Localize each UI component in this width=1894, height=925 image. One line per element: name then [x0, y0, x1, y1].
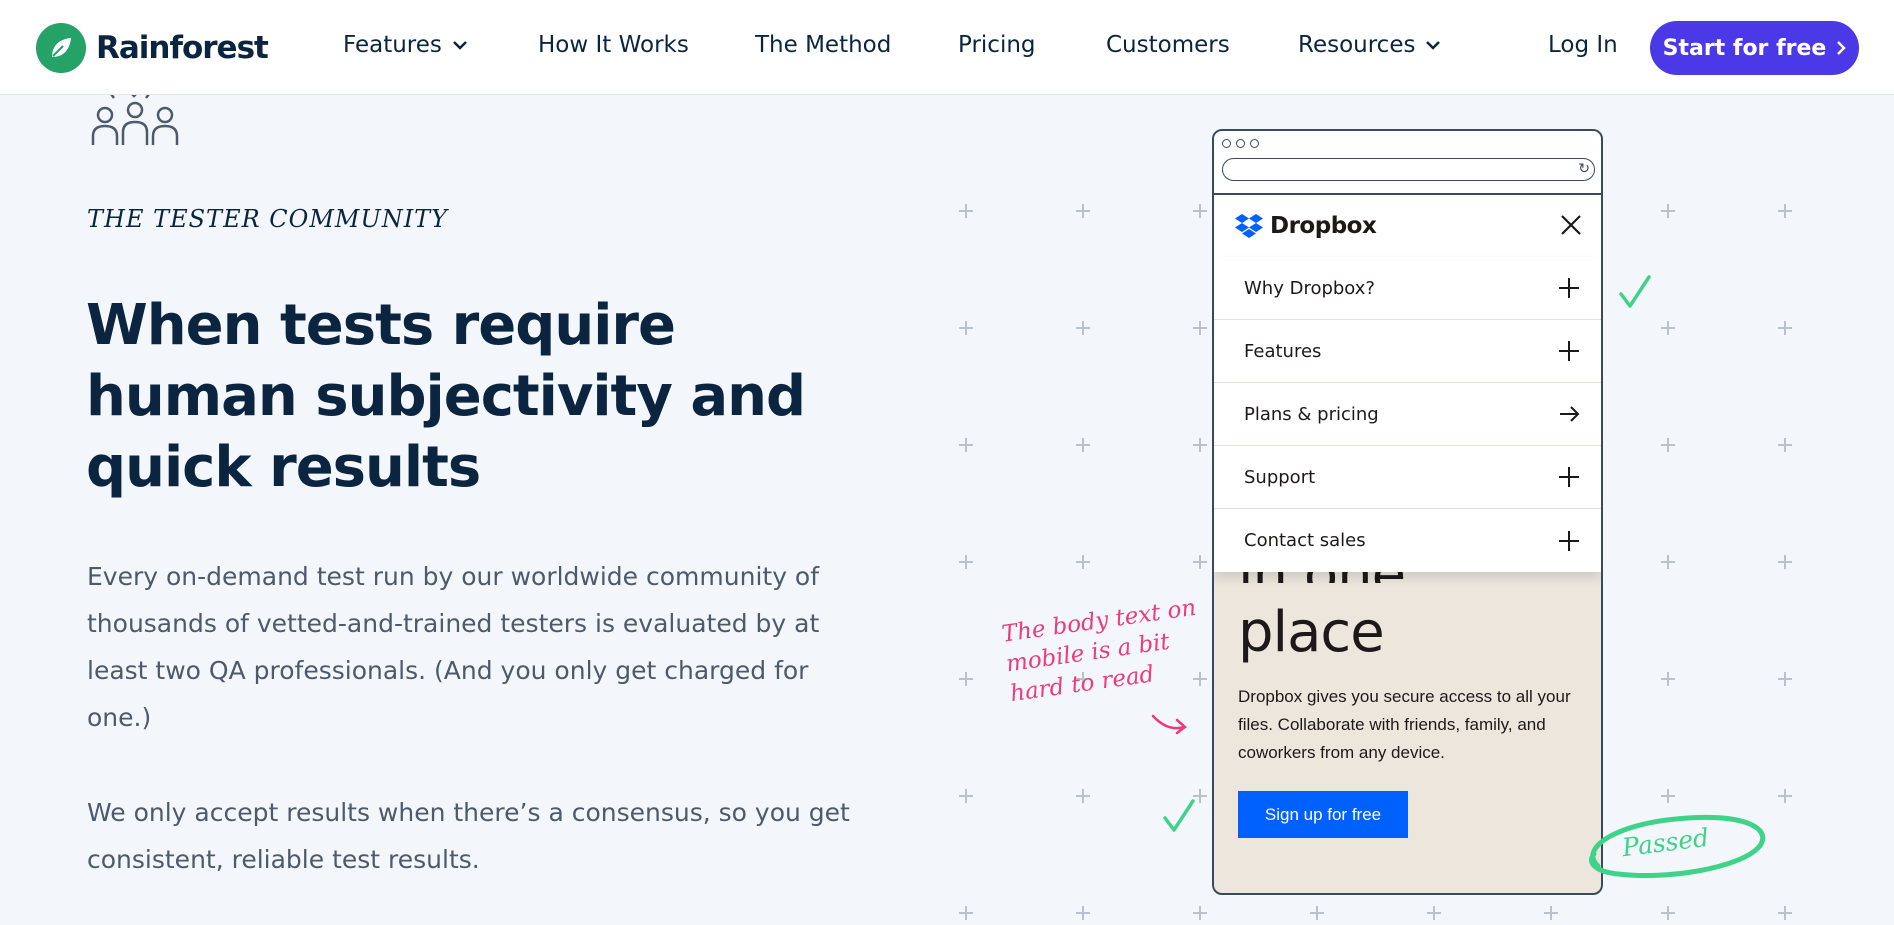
plus-icon — [1559, 278, 1579, 298]
mockup-menu-item: Contact sales — [1214, 509, 1601, 572]
nav-customers[interactable]: Customers — [1106, 32, 1230, 58]
dropbox-logo: Dropbox — [1234, 213, 1377, 239]
grid-plus-icon — [1076, 204, 1090, 218]
checkmark-icon — [1619, 275, 1651, 308]
arrow-right-icon — [1560, 406, 1580, 422]
mobile-mockup: ↻ Dropbox in one place Dropbox gives you… — [1212, 129, 1603, 895]
start-for-free-label: Start for free — [1662, 35, 1827, 61]
brand-logo[interactable]: Rainforest — [36, 20, 269, 76]
chevron-down-icon — [453, 41, 467, 50]
grid-plus-icon — [1661, 906, 1675, 920]
plus-icon — [1559, 530, 1579, 551]
login-link[interactable]: Log In — [1548, 32, 1618, 58]
mockup-menu-item: Plans & pricing — [1214, 383, 1601, 446]
grid-plus-icon — [1076, 906, 1090, 920]
grid-plus-icon — [1193, 555, 1207, 569]
mockup-menu-label: Contact sales — [1244, 530, 1366, 551]
grid-plus-icon — [1661, 555, 1675, 569]
grid-plus-icon — [1778, 321, 1792, 335]
mockup-menu-label: Why Dropbox? — [1244, 277, 1375, 299]
start-for-free-button[interactable]: Start for free — [1650, 21, 1859, 75]
plus-icon — [1559, 467, 1579, 487]
top-navigation-bar: Rainforest Features How It Works The Met… — [0, 0, 1894, 95]
mockup-menu-label: Support — [1244, 466, 1316, 488]
nav-the-method[interactable]: The Method — [755, 32, 891, 58]
grid-plus-icon — [1778, 789, 1792, 803]
window-dot-icon — [1236, 139, 1245, 148]
mockup-menu-label: Features — [1244, 340, 1322, 362]
nav-resources-label: Resources — [1298, 32, 1416, 58]
grid-plus-icon — [1193, 906, 1207, 920]
grid-plus-icon — [959, 672, 973, 686]
nav-how-it-works[interactable]: How It Works — [538, 32, 689, 58]
nav-features[interactable]: Features — [343, 32, 468, 58]
mockup-menu-item: Features — [1214, 320, 1601, 383]
mockup-menu-item: Support — [1214, 446, 1601, 509]
grid-plus-icon — [1661, 321, 1675, 335]
section-paragraph-1: Every on-demand test run by our worldwid… — [87, 562, 820, 732]
grid-plus-icon — [959, 438, 973, 452]
nav-customers-label: Customers — [1106, 32, 1230, 58]
mockup-hero-line-2: place — [1238, 600, 1385, 665]
nav-features-label: Features — [343, 32, 442, 58]
nav-pricing[interactable]: Pricing — [958, 32, 1036, 58]
chevron-down-icon — [1426, 41, 1441, 50]
chevron-right-icon — [1837, 41, 1847, 55]
grid-plus-icon — [1778, 555, 1792, 569]
brand-name: Rainforest — [96, 30, 269, 66]
grid-plus-icon — [1778, 438, 1792, 452]
leaf-icon — [36, 23, 86, 73]
grid-plus-icon — [959, 321, 973, 335]
grid-plus-icon — [1076, 321, 1090, 335]
grid-plus-icon — [959, 906, 973, 920]
mockup-menu-label: Plans & pricing — [1244, 403, 1379, 425]
nav-how-it-works-label: How It Works — [538, 32, 689, 58]
section-paragraph-2: We only accept results when there’s a co… — [87, 798, 850, 874]
window-dot-icon — [1222, 139, 1231, 148]
section-eyebrow: THE TESTER COMMUNITY — [87, 205, 449, 233]
grid-plus-icon — [1661, 438, 1675, 452]
section-headline: When tests require human subjectivity an… — [86, 293, 806, 500]
mockup-menu: Why Dropbox? Features Plans & pricing Su… — [1214, 257, 1601, 572]
window-dots — [1222, 139, 1259, 148]
mockup-menu-item: Why Dropbox? — [1214, 257, 1601, 320]
grid-plus-icon — [1193, 321, 1207, 335]
address-bar: ↻ — [1222, 158, 1595, 181]
dropbox-brand-name: Dropbox — [1270, 213, 1377, 239]
grid-plus-icon — [1778, 672, 1792, 686]
grid-plus-icon — [1661, 204, 1675, 218]
plus-icon — [1559, 341, 1579, 361]
grid-plus-icon — [1544, 906, 1558, 920]
grid-plus-icon — [1076, 438, 1090, 452]
grid-plus-icon — [959, 555, 973, 569]
nav-the-method-label: The Method — [755, 32, 892, 58]
grid-plus-icon — [1076, 789, 1090, 803]
community-people-icon — [91, 90, 179, 145]
close-icon — [1561, 215, 1581, 235]
window-dot-icon — [1250, 139, 1259, 148]
mockup-body-text: Dropbox gives you secure access to all y… — [1238, 687, 1571, 762]
grid-plus-icon — [1310, 906, 1324, 920]
grid-plus-icon — [1193, 204, 1207, 218]
grid-plus-icon — [1661, 789, 1675, 803]
dropbox-icon — [1235, 214, 1263, 238]
curved-arrow-icon — [1151, 714, 1187, 735]
grid-plus-icon — [1076, 555, 1090, 569]
refresh-icon: ↻ — [1578, 161, 1590, 177]
nav-resources[interactable]: Resources — [1298, 32, 1441, 58]
grid-plus-icon — [959, 204, 973, 218]
checkmark-icon — [1163, 799, 1195, 832]
browser-chrome: ↻ — [1214, 131, 1601, 195]
mockup-signup-button: Sign up for free — [1238, 791, 1408, 838]
grid-plus-icon — [1778, 906, 1792, 920]
grid-plus-icon — [1427, 906, 1441, 920]
grid-plus-icon — [959, 789, 973, 803]
nav-pricing-label: Pricing — [958, 32, 1036, 58]
grid-plus-icon — [1661, 672, 1675, 686]
grid-plus-icon — [1778, 204, 1792, 218]
dropbox-header: Dropbox — [1214, 195, 1601, 257]
grid-plus-icon — [1193, 438, 1207, 452]
